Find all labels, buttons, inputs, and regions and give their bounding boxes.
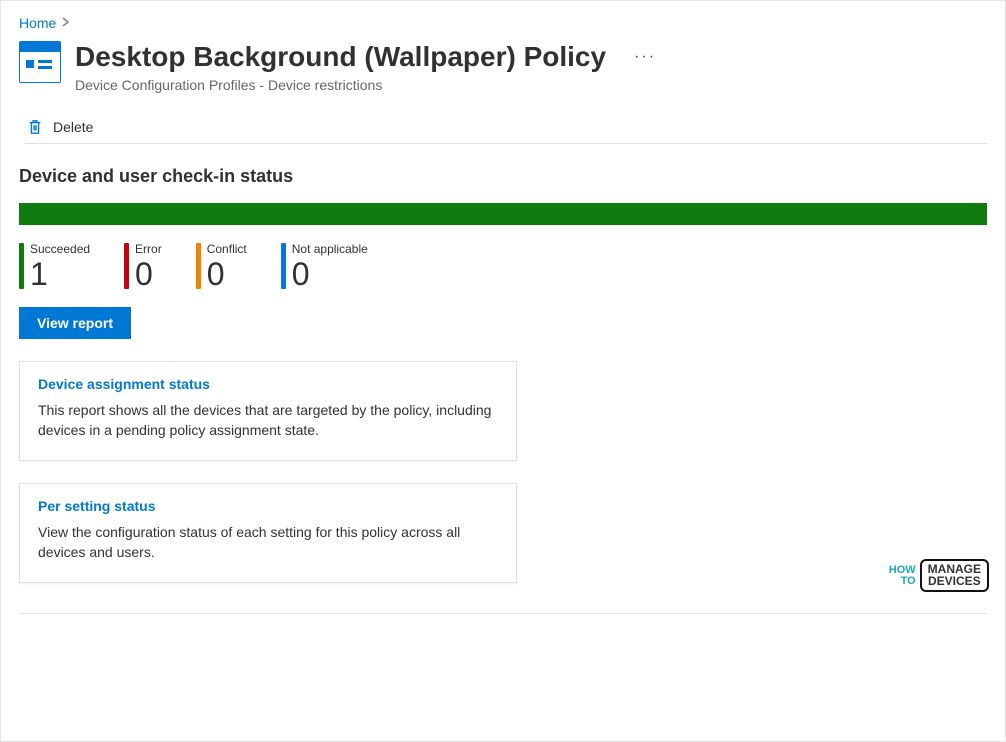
section-divider <box>19 613 987 614</box>
per-setting-card[interactable]: Per setting status View the configuratio… <box>19 483 517 583</box>
metric-error: Error 0 <box>124 243 162 289</box>
page-title: Desktop Background (Wallpaper) Policy <box>75 41 606 73</box>
title-block: Desktop Background (Wallpaper) Policy ··… <box>75 41 656 93</box>
watermark-to: TO <box>901 576 916 587</box>
metric-conflict: Conflict 0 <box>196 243 247 289</box>
page-subtitle: Device Configuration Profiles - Device r… <box>75 77 656 93</box>
page-root: Home Desktop Background (Wallpaper) Poli… <box>0 0 1006 742</box>
watermark-logo: HOW TO MANAGE DEVICES <box>889 559 989 592</box>
metric-value: 0 <box>292 259 368 289</box>
watermark-box: MANAGE DEVICES <box>920 559 989 592</box>
metric-label: Succeeded <box>30 243 90 255</box>
title-row: Desktop Background (Wallpaper) Policy ··… <box>75 41 656 73</box>
breadcrumb: Home <box>19 15 987 31</box>
view-report-button[interactable]: View report <box>19 307 131 339</box>
breadcrumb-home-link[interactable]: Home <box>19 15 56 31</box>
watermark-how: HOW <box>889 565 916 576</box>
metric-not-applicable: Not applicable 0 <box>281 243 368 289</box>
status-distribution-bar <box>19 203 987 225</box>
page-header: Desktop Background (Wallpaper) Policy ··… <box>19 41 987 93</box>
card-text: View the configuration status of each se… <box>38 522 498 562</box>
metric-label: Error <box>135 243 162 255</box>
device-assignment-card[interactable]: Device assignment status This report sho… <box>19 361 517 461</box>
metric-label: Conflict <box>207 243 247 255</box>
metric-value: 0 <box>135 259 162 289</box>
delete-icon[interactable] <box>27 119 43 135</box>
watermark-line2: DEVICES <box>928 575 981 587</box>
chevron-right-icon <box>62 16 70 30</box>
status-metrics: Succeeded 1 Error 0 Conflict 0 Not appli… <box>19 243 987 289</box>
card-text: This report shows all the devices that a… <box>38 400 498 440</box>
delete-button[interactable]: Delete <box>53 119 93 135</box>
metric-succeeded: Succeeded 1 <box>19 243 90 289</box>
command-bar: Delete <box>25 117 987 144</box>
more-actions-button[interactable]: ··· <box>634 48 656 66</box>
metric-value: 1 <box>30 259 90 289</box>
card-title: Per setting status <box>38 498 498 514</box>
metric-value: 0 <box>207 259 247 289</box>
metric-label: Not applicable <box>292 243 368 255</box>
status-section-title: Device and user check-in status <box>19 166 987 187</box>
policy-icon <box>19 41 61 83</box>
card-title: Device assignment status <box>38 376 498 392</box>
